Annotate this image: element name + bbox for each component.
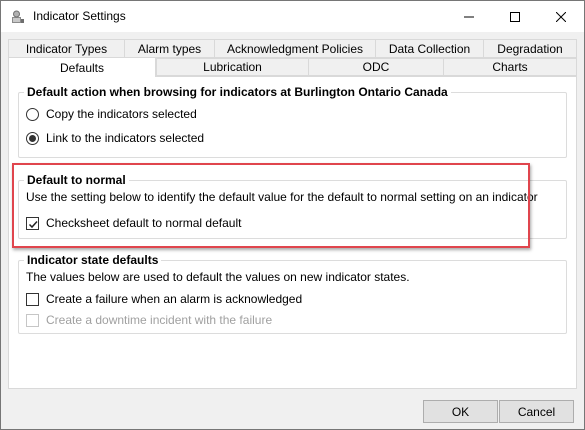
- checkmark-icon: [28, 220, 38, 228]
- tab-degradation[interactable]: Degradation: [483, 39, 577, 58]
- checksheet-default-label: Checksheet default to normal default: [46, 216, 242, 230]
- create-failure-label: Create a failure when an alarm is acknow…: [46, 292, 303, 306]
- checkbox-disabled: [26, 313, 39, 327]
- create-failure-checkbox-row[interactable]: Create a failure when an alarm is acknow…: [26, 292, 302, 306]
- tab-strip: Indicator Types Alarm types Acknowledgme…: [1, 32, 584, 77]
- default-action-legend: Default action when browsing for indicat…: [24, 85, 451, 99]
- close-button[interactable]: [538, 1, 584, 32]
- tab-defaults[interactable]: Defaults: [8, 57, 156, 77]
- radio-link-label: Link to the indicators selected: [46, 131, 205, 145]
- checksheet-default-checkbox-row[interactable]: Checksheet default to normal default: [26, 216, 241, 230]
- tab-indicator-types[interactable]: Indicator Types: [8, 39, 125, 58]
- ok-button[interactable]: OK: [423, 400, 498, 423]
- tab-odc[interactable]: ODC: [308, 58, 444, 76]
- radio-button-selected[interactable]: [26, 131, 39, 145]
- checkbox-unchecked[interactable]: [26, 292, 39, 306]
- create-downtime-label: Create a downtime incident with the fail…: [46, 313, 273, 327]
- tab-alarm-types[interactable]: Alarm types: [124, 39, 215, 58]
- tab-data-collection[interactable]: Data Collection: [375, 39, 484, 58]
- create-downtime-checkbox-row: Create a downtime incident with the fail…: [26, 313, 272, 327]
- indicator-settings-window: Indicator Settings Indicator Types Alarm…: [0, 0, 585, 430]
- radio-link-indicators[interactable]: Link to the indicators selected: [26, 131, 204, 145]
- maximize-button[interactable]: [492, 1, 538, 32]
- cancel-button[interactable]: Cancel: [499, 400, 574, 423]
- tab-charts[interactable]: Charts: [443, 58, 577, 76]
- app-icon: [10, 9, 26, 25]
- radio-copy-indicators[interactable]: Copy the indicators selected: [26, 107, 197, 121]
- checkbox-checked[interactable]: [26, 216, 39, 230]
- radio-button[interactable]: [26, 107, 39, 121]
- minimize-icon: [464, 16, 474, 17]
- default-to-normal-description: Use the setting below to identify the de…: [26, 190, 538, 204]
- tab-acknowledgment-policies[interactable]: Acknowledgment Policies: [214, 39, 376, 58]
- window-title: Indicator Settings: [33, 9, 126, 23]
- defaults-tab-panel: Default action when browsing for indicat…: [8, 76, 577, 389]
- title-bar: Indicator Settings: [1, 1, 584, 32]
- maximize-icon: [510, 11, 520, 22]
- indicator-state-defaults-group: Indicator state defaults The values belo…: [18, 253, 567, 334]
- default-to-normal-group: Default to normal Use the setting below …: [18, 173, 567, 239]
- default-to-normal-legend: Default to normal: [24, 173, 129, 187]
- default-action-group: Default action when browsing for indicat…: [18, 85, 567, 158]
- close-icon: [556, 11, 566, 22]
- minimize-button[interactable]: [446, 1, 492, 32]
- tab-lubrication[interactable]: Lubrication: [156, 58, 309, 76]
- radio-copy-label: Copy the indicators selected: [46, 107, 197, 121]
- indicator-state-defaults-legend: Indicator state defaults: [24, 253, 162, 267]
- state-defaults-description: The values below are used to default the…: [26, 270, 410, 284]
